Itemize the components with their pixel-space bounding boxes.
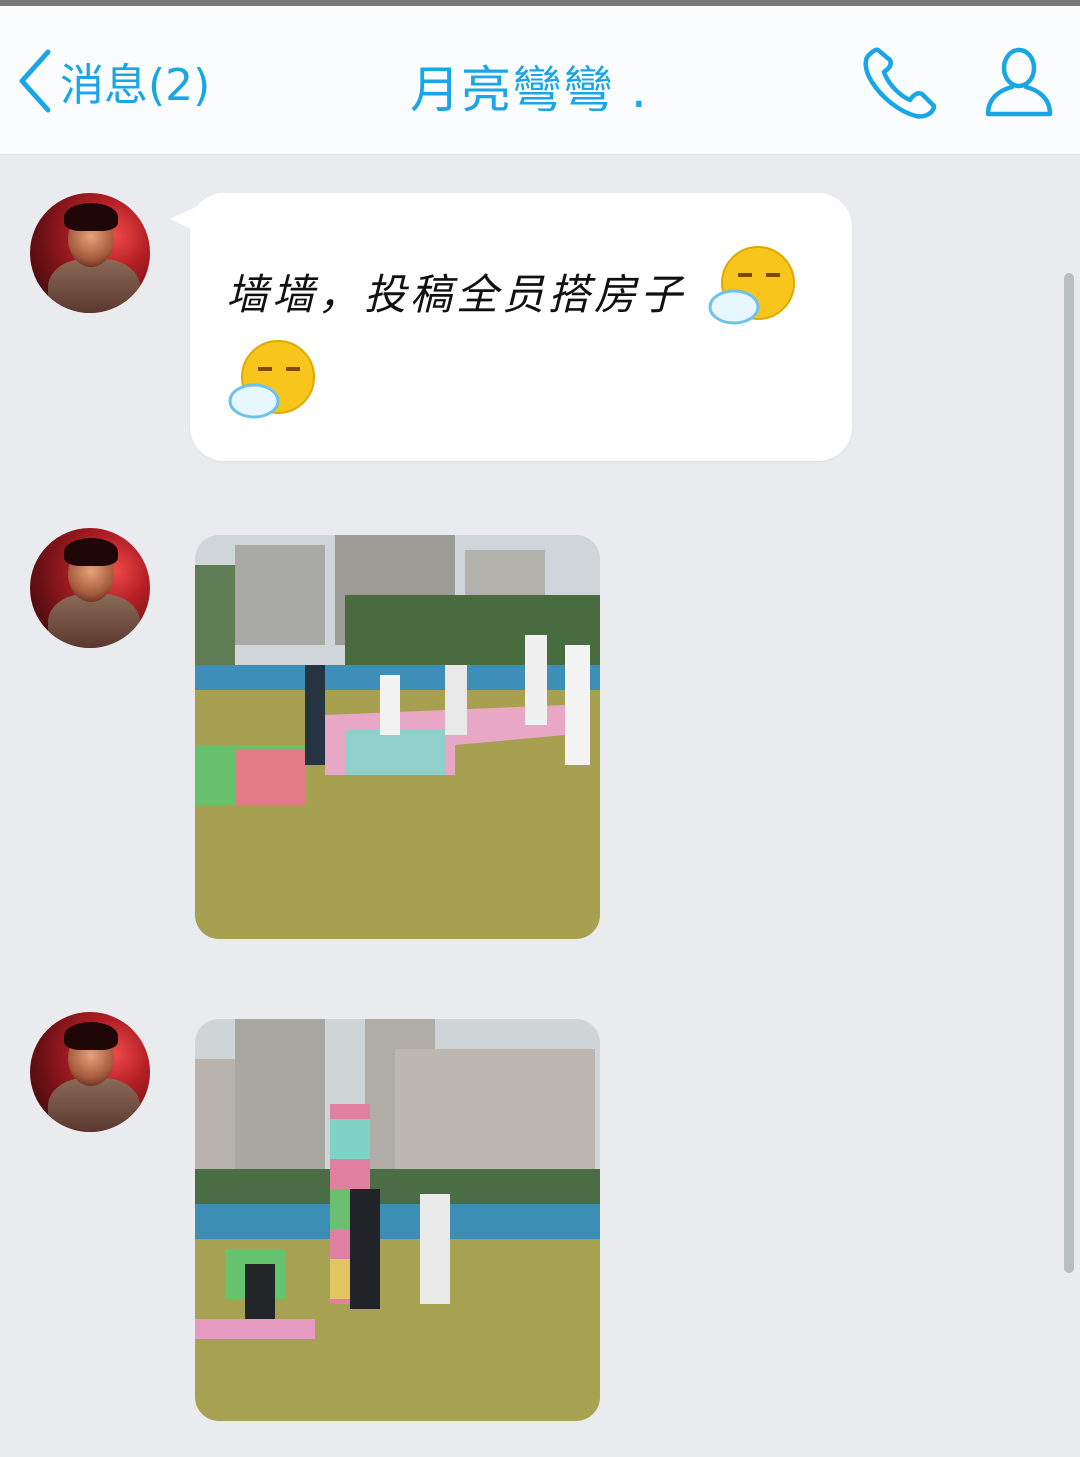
phone-icon [863, 47, 937, 119]
sleepy-face-emoji [228, 340, 315, 419]
students-building-foam-walls-photo[interactable] [195, 535, 600, 939]
photo-image [195, 535, 600, 939]
avatar[interactable] [30, 1012, 150, 1132]
chevron-left-icon [19, 49, 51, 113]
sleepy-face-emoji [708, 246, 795, 325]
chat-header: 消息(2) 月亮彎彎 . [0, 6, 1080, 155]
avatar[interactable] [30, 193, 150, 313]
chat-title: 月亮彎彎 . [410, 61, 648, 119]
back-button[interactable]: 消息(2) [14, 46, 210, 116]
call-button[interactable] [860, 46, 940, 124]
profile-button[interactable] [982, 46, 1056, 124]
chat-area: 墙墙，投稿全员搭房子 [0, 155, 1080, 1457]
students-building-foam-tower-photo[interactable] [195, 1019, 600, 1421]
profile-icon [985, 47, 1053, 117]
scrollbar[interactable] [1064, 273, 1074, 1273]
avatar[interactable] [30, 528, 150, 648]
photo-image [195, 1019, 600, 1421]
back-label: 消息(2) [60, 60, 211, 111]
message-bubble[interactable]: 墙墙，投稿全员搭房子 [190, 193, 852, 461]
